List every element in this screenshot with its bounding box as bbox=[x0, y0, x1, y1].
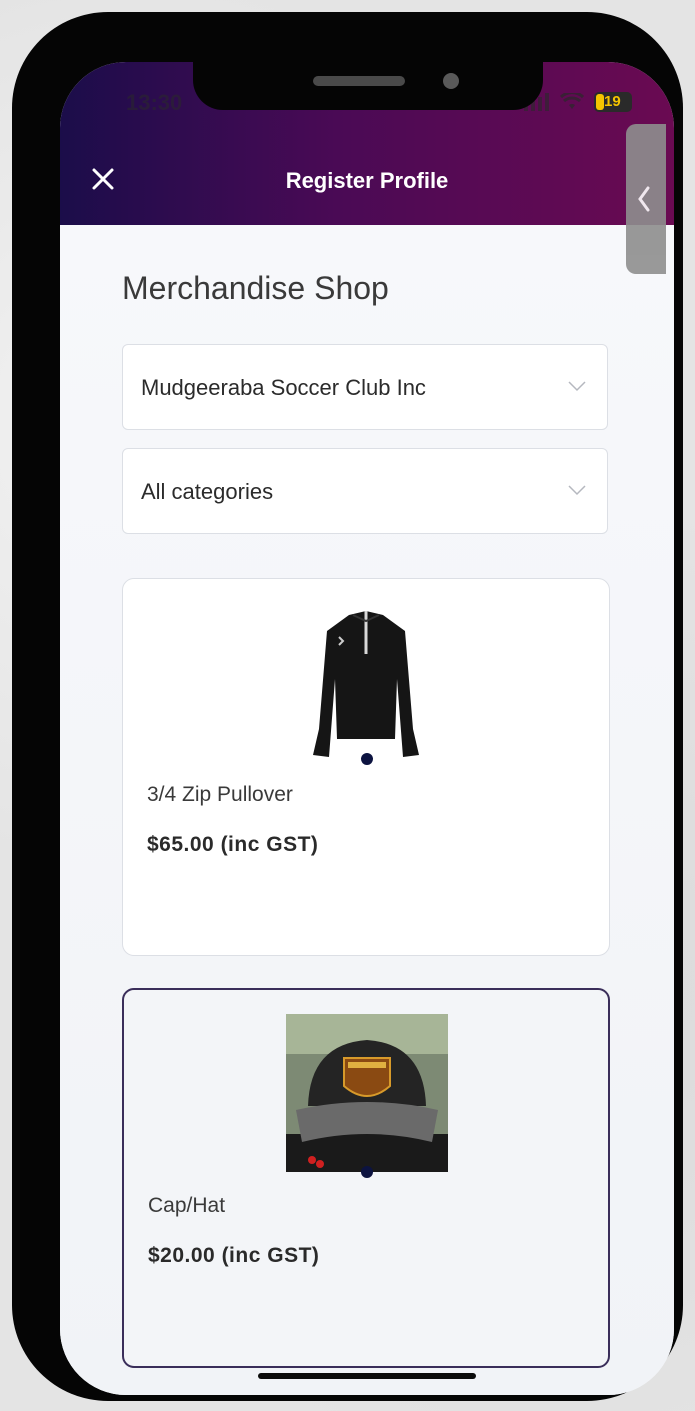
phone-notch bbox=[193, 62, 543, 110]
chevron-left-icon bbox=[638, 186, 650, 212]
product-image-cap bbox=[286, 1014, 448, 1172]
battery-level: 19 bbox=[604, 93, 621, 110]
club-select[interactable]: Mudgeeraba Soccer Club Inc bbox=[122, 344, 608, 430]
club-select-value: Mudgeeraba Soccer Club Inc bbox=[141, 375, 426, 400]
side-drawer-tab[interactable] bbox=[626, 124, 666, 274]
product-name: Cap/Hat bbox=[148, 1194, 226, 1217]
carousel-dot[interactable] bbox=[361, 753, 373, 765]
product-name: 3/4 Zip Pullover bbox=[147, 783, 293, 806]
category-select[interactable]: All categories bbox=[122, 448, 608, 534]
chevron-down-icon bbox=[568, 381, 586, 392]
product-price: $65.00 (inc GST) bbox=[147, 833, 319, 856]
app-screen: 13:30 19 Register Profile Merchandise Sh… bbox=[60, 62, 674, 1395]
shop-heading: Merchandise Shop bbox=[122, 270, 389, 306]
status-icons: 19 bbox=[524, 92, 632, 112]
product-image-pullover bbox=[313, 611, 419, 757]
product-card[interactable]: 3/4 Zip Pullover $65.00 (inc GST) bbox=[122, 578, 610, 956]
camera bbox=[443, 73, 459, 89]
main-content: Merchandise Shop Mudgeeraba Soccer Club … bbox=[60, 225, 674, 1395]
phone-frame: 13:30 19 Register Profile Merchandise Sh… bbox=[12, 12, 683, 1401]
wifi-icon bbox=[560, 93, 584, 109]
product-card[interactable]: Cap/Hat $20.00 (inc GST) bbox=[122, 988, 610, 1368]
product-price: $20.00 (inc GST) bbox=[148, 1244, 320, 1267]
page-title: Register Profile bbox=[285, 168, 449, 193]
category-select-value: All categories bbox=[141, 479, 274, 504]
chevron-down-icon bbox=[568, 485, 586, 496]
battery-icon: 19 bbox=[594, 92, 632, 112]
home-indicator[interactable] bbox=[258, 1373, 476, 1379]
carousel-dot[interactable] bbox=[361, 1166, 373, 1178]
speaker bbox=[313, 76, 405, 86]
status-time: 13:30 bbox=[126, 90, 183, 115]
